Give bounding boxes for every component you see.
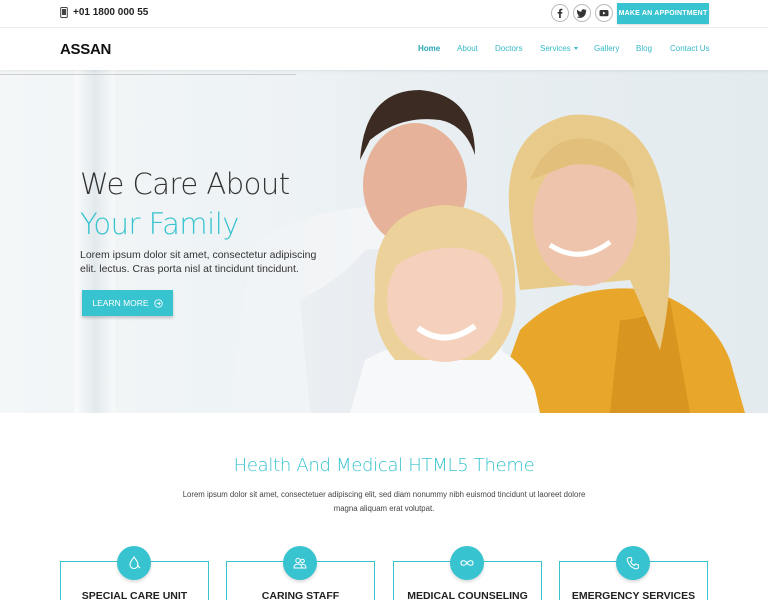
chevron-down-icon [573,47,578,51]
hero-divider [0,74,296,75]
learn-more-button[interactable]: LEARN MORE [82,290,173,316]
infinity-icon [450,546,484,580]
nav-item-services-label: Services [540,44,571,53]
learn-more-label: LEARN MORE [92,298,149,308]
service-title: CARING STAFF [261,590,340,600]
nav-item-home[interactable]: Home [418,44,440,53]
family-photo [190,70,768,413]
nav-item-about[interactable]: About [457,44,478,53]
youtube-icon[interactable] [595,4,613,22]
nav-item-gallery[interactable]: Gallery [594,44,619,53]
service-title: SPECIAL CARE UNIT [81,590,188,600]
hero-title-line1: We Care About [80,167,290,201]
phone-text: +01 1800 000 55 [73,7,149,18]
hero-banner: We Care About Your Family Lorem ipsum do… [0,70,768,413]
arrow-circle-right-icon [153,298,163,308]
nav-item-contact[interactable]: Contact Us [670,44,710,53]
people-icon [283,546,317,580]
site-logo[interactable]: ASSAN [60,41,111,58]
phone-number: +01 1800 000 55 [60,7,148,18]
service-title: EMERGENCY SERVICES [571,590,696,600]
section-description: Lorem ipsum dolor sit amet, consectetuer… [182,490,586,513]
hero-description: Lorem ipsum dolor sit amet, consectetur … [80,249,317,275]
nav-item-services[interactable]: Services [540,44,578,53]
nav-item-blog[interactable]: Blog [636,44,652,53]
mobile-phone-icon [60,7,68,18]
phone-icon [616,546,650,580]
drop-icon [117,546,151,580]
section-title: Health And Medical HTML5 Theme [233,455,535,476]
hero-title-line2: Your Family [80,207,239,241]
make-appointment-button[interactable]: Make An Appointment [617,3,709,24]
twitter-icon[interactable] [573,4,591,22]
service-title: MEDICAL COUNSELING [407,590,528,600]
main-navbar: ASSAN Home About Doctors Services Galler… [0,28,768,70]
background-pillar [75,70,115,413]
facebook-icon[interactable] [551,4,569,22]
nav-item-doctors[interactable]: Doctors [495,44,523,53]
top-bar: +01 1800 000 55 Make An Appointment [0,0,768,28]
